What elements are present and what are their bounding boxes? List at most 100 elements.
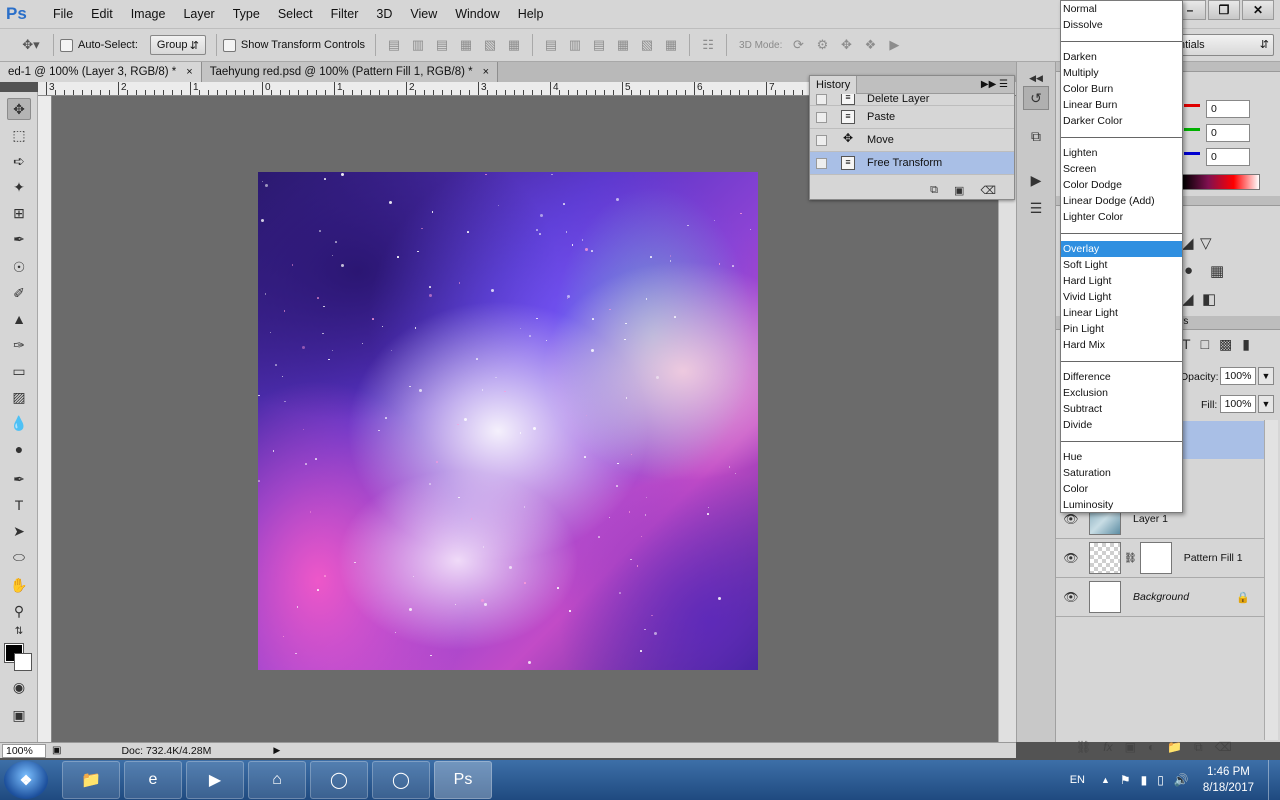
photoshop-taskbar-icon[interactable]: Ps xyxy=(434,761,492,799)
auto-select-checkbox[interactable]: Auto-Select: xyxy=(60,38,138,52)
app-store-icon[interactable]: ⌂ xyxy=(248,761,306,799)
close-icon[interactable]: × xyxy=(483,66,489,78)
language-indicator[interactable]: EN xyxy=(1070,774,1085,786)
healing-brush-tool-icon[interactable]: ☉ xyxy=(7,256,31,278)
camera-icon[interactable]: ▣ xyxy=(954,184,964,197)
menu-view[interactable]: View xyxy=(401,0,446,28)
move-tool-icon[interactable]: ✥ xyxy=(7,98,31,120)
menu-select[interactable]: Select xyxy=(269,0,322,28)
new-document-from-state-icon[interactable]: ⧉ xyxy=(930,184,938,197)
show-transform-controls-checkbox[interactable]: Show Transform Controls xyxy=(222,38,365,52)
menu-filter[interactable]: Filter xyxy=(322,0,368,28)
show-desktop-button[interactable] xyxy=(1268,760,1280,800)
align-top-icon[interactable]: ▤ xyxy=(385,36,403,54)
blend-mode-option[interactable]: Luminosity xyxy=(1061,497,1182,513)
blue-slider[interactable] xyxy=(1184,152,1200,155)
trash-icon[interactable]: ⌫ xyxy=(980,184,996,197)
layer-row[interactable]: 👁 Background 🔒 xyxy=(1056,578,1266,617)
hand-tool-icon[interactable]: ✋ xyxy=(7,574,31,596)
history-brush-tool-icon[interactable]: ✑ xyxy=(7,334,31,356)
3d-slide-icon[interactable]: ❖ xyxy=(861,36,879,54)
blend-mode-option[interactable]: Subtract xyxy=(1061,401,1182,417)
align-vcenter-icon[interactable]: ▥ xyxy=(409,36,427,54)
media-player-icon[interactable]: ▶ xyxy=(186,761,244,799)
color-lookup-adjustment-icon[interactable]: ▦ xyxy=(1210,262,1224,280)
volume-icon[interactable]: 🔊 xyxy=(1174,773,1189,787)
blend-mode-option[interactable]: Screen xyxy=(1061,161,1182,177)
blend-mode-option[interactable]: Hard Mix xyxy=(1061,337,1182,353)
filter-toggle-icon[interactable]: ▮ xyxy=(1242,336,1250,353)
blend-mode-option[interactable]: Color Dodge xyxy=(1061,177,1182,193)
blend-mode-option[interactable]: Color xyxy=(1061,481,1182,497)
history-source-box[interactable] xyxy=(816,94,827,105)
galaxy-image-canvas[interactable] xyxy=(258,172,758,670)
3d-roll-icon[interactable]: ⚙ xyxy=(813,36,831,54)
checkbox-box[interactable] xyxy=(222,38,236,52)
adjustment-layer-icon[interactable]: ◐ xyxy=(1148,740,1155,754)
clone-stamp-tool-icon[interactable]: ▲ xyxy=(7,308,31,330)
tab-document-2[interactable]: Taehyung red.psd @ 100% (Pattern Fill 1,… xyxy=(201,62,499,82)
checkbox-box[interactable] xyxy=(60,38,73,52)
start-button-icon[interactable]: ❖ xyxy=(4,761,48,799)
eraser-tool-icon[interactable]: ▭ xyxy=(7,360,31,382)
workspace-switcher[interactable]: ntials ⇵ xyxy=(1176,34,1274,56)
layer-mask-thumbnail[interactable] xyxy=(1139,542,1172,574)
align-right-icon[interactable]: ▦ xyxy=(505,36,523,54)
fill-field[interactable]: 100% xyxy=(1220,395,1256,413)
eyedropper-tool-icon[interactable]: ✒ xyxy=(7,228,31,250)
internet-explorer-icon[interactable]: e xyxy=(124,761,182,799)
history-source-box[interactable] xyxy=(816,134,827,146)
history-source-box[interactable] xyxy=(816,111,827,123)
3d-scale-icon[interactable]: ▶ xyxy=(885,36,903,54)
blend-mode-option[interactable]: Pin Light xyxy=(1061,321,1182,337)
close-icon[interactable]: × xyxy=(186,66,192,78)
actions-panel-icon[interactable]: ▶ xyxy=(1023,168,1049,192)
menu-edit[interactable]: Edit xyxy=(82,0,122,28)
align-bottom-icon[interactable]: ▤ xyxy=(433,36,451,54)
menu-3d[interactable]: 3D xyxy=(367,0,401,28)
close-button[interactable]: ✕ xyxy=(1242,0,1274,20)
blend-mode-option[interactable]: Saturation xyxy=(1061,465,1182,481)
green-slider[interactable] xyxy=(1184,128,1200,131)
network-signal-icon[interactable]: ▯ xyxy=(1157,773,1164,787)
zoom-tool-icon[interactable]: ⚲ xyxy=(7,600,31,622)
lasso-tool-icon[interactable]: ➪ xyxy=(7,150,31,172)
color-spectrum-bar[interactable] xyxy=(1182,174,1260,190)
pen-tool-icon[interactable]: ✒ xyxy=(7,468,31,490)
blur-tool-icon[interactable]: 💧 xyxy=(7,412,31,434)
link-layers-icon[interactable]: ⛓ xyxy=(1076,740,1091,754)
history-panel-title[interactable]: History xyxy=(810,75,858,94)
file-explorer-icon[interactable]: 📁 xyxy=(62,761,120,799)
history-item[interactable]: ≡ Paste xyxy=(810,106,1014,129)
blend-mode-option[interactable]: Hard Light xyxy=(1061,273,1182,289)
swap-colors-icon[interactable]: ⇅ xyxy=(7,624,31,638)
align-left-icon[interactable]: ▦ xyxy=(457,36,475,54)
fill-dropdown-arrow[interactable]: ▼ xyxy=(1258,395,1274,413)
blend-mode-option[interactable]: Lighten xyxy=(1061,145,1182,161)
crop-tool-icon[interactable]: ⊞ xyxy=(7,202,31,224)
blend-mode-option[interactable]: Multiply xyxy=(1061,65,1182,81)
dodge-tool-icon[interactable]: ● xyxy=(7,438,31,460)
align-hcenter-icon[interactable]: ▧ xyxy=(481,36,499,54)
blend-mode-option[interactable]: Lighter Color xyxy=(1061,209,1182,225)
tab-document-1[interactable]: ed-1 @ 100% (Layer 3, RGB/8) * × xyxy=(0,62,202,82)
channel-mixer-adjustment-icon[interactable]: ● xyxy=(1184,262,1193,279)
zoom-level-field[interactable]: 100% xyxy=(2,743,46,758)
gradient-map-adjustment-icon[interactable]: ▽ xyxy=(1200,234,1212,252)
battery-icon[interactable]: ▮ xyxy=(1141,773,1148,787)
red-slider[interactable] xyxy=(1184,104,1200,107)
distribute-bottom-icon[interactable]: ▤ xyxy=(590,36,608,54)
background-color-swatch[interactable] xyxy=(14,653,32,671)
add-mask-icon[interactable]: ▣ xyxy=(1125,740,1136,754)
restore-button[interactable]: ❐ xyxy=(1208,0,1240,20)
eye-icon[interactable]: 👁 xyxy=(1056,551,1086,565)
smart-object-filter-icon[interactable]: ▩ xyxy=(1219,336,1232,353)
type-filter-icon[interactable]: T xyxy=(1182,336,1191,353)
chrome-icon[interactable]: ◯ xyxy=(372,761,430,799)
3d-panel-icon[interactable]: ⧉ xyxy=(1023,124,1049,148)
layer-row[interactable]: 👁 ⛓ Pattern Fill 1 xyxy=(1056,539,1266,578)
menu-help[interactable]: Help xyxy=(509,0,553,28)
layers-scrollbar[interactable] xyxy=(1264,420,1278,740)
history-item[interactable]: ✥ Move xyxy=(810,129,1014,152)
history-panel-icon[interactable]: ↺ xyxy=(1023,86,1049,110)
